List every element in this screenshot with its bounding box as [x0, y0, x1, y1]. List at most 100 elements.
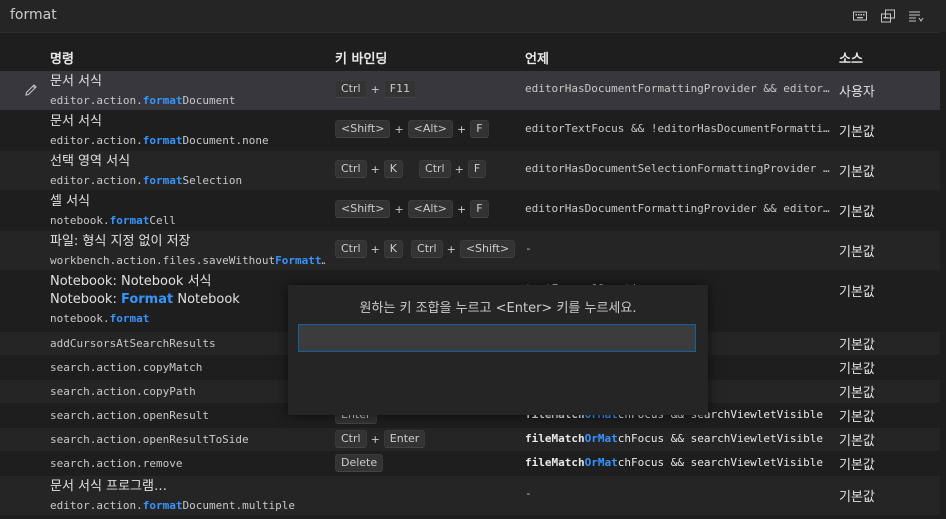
command-title: 문서 서식 [50, 74, 102, 89]
plus-separator: + [454, 162, 464, 176]
command-id-text: search.action.remove [50, 457, 183, 470]
command-id-text: search.action.copyMatch [50, 361, 203, 374]
key-label: Ctrl [335, 80, 367, 98]
keybinding-cell[interactable]: Ctrl + Enter [335, 430, 515, 448]
table-row[interactable]: search.action.remove Delete fileMatchOrMat… [0, 452, 940, 476]
table-row[interactable]: 문서 서식 editor.action.formatDocument.none <S… [0, 111, 940, 151]
keybinding-input[interactable] [298, 324, 696, 352]
keyboard-icon[interactable] [852, 8, 868, 24]
when-text: fileMatch [525, 432, 585, 445]
column-header-source[interactable]: 소스 [839, 48, 863, 67]
command-title: 문서 서식 [50, 114, 102, 129]
plus-separator: + [370, 242, 380, 256]
command-cell: 문서 서식 editor.action.formatDocument.none [50, 113, 325, 150]
define-keybinding-dialog: 원하는 키 조합을 누르고 <Enter> 키를 누르세요. [288, 285, 708, 415]
table-row[interactable]: 선택 영역 서식 editor.action.formatSelection Ctr… [0, 151, 940, 191]
plus-separator: + [394, 122, 404, 136]
source-cell: 기본값 [839, 458, 875, 473]
keybinding-cell[interactable]: Delete [335, 454, 515, 472]
column-header-keybinding[interactable]: 키 바인딩 [335, 48, 387, 67]
command-id-text: … [322, 254, 325, 267]
command-cell: 선택 영역 서식 editor.action.formatSelection [50, 153, 325, 190]
command-id-text: editor.action. [50, 174, 143, 187]
key-label: <Alt> [407, 200, 453, 218]
plus-separator: + [394, 202, 404, 216]
key-label: F [470, 200, 489, 218]
keybinding-cell[interactable]: <Shift> + <Alt> + F [335, 120, 515, 138]
key-label: <Shift> [335, 120, 391, 138]
edit-pencil-icon[interactable] [23, 82, 39, 98]
when-clause-cell: - [525, 242, 830, 255]
source-cell: 기본값 [839, 490, 875, 505]
when-text: fileMatch [525, 456, 585, 469]
plus-separator: + [456, 122, 467, 136]
command-id: editor.action.formatSelection [50, 171, 325, 190]
when-clause-cell: fileMatchOrMatchFocus && searchViewletVi… [525, 456, 830, 469]
table-row[interactable]: 파일: 형식 지정 없이 저장 workbench.action.files.sa… [0, 231, 940, 271]
command-id: addCursorsAtSearchResults [50, 335, 325, 352]
table-row[interactable]: 문서 서식 프로그램… editor.action.formatDocument.… [0, 476, 940, 516]
when-text: chFocus && searchViewletVisible [617, 432, 824, 445]
key-label: Enter [383, 430, 426, 448]
search-bar[interactable]: format [0, 0, 946, 33]
plus-separator: + [370, 82, 380, 96]
keybinding-cell[interactable]: Ctrl + F11 [335, 80, 515, 98]
source-cell: 기본값 [839, 125, 875, 140]
when-text: editorHasDocumentSelectionFormattingProv… [525, 162, 830, 175]
command-id-text: Document [182, 94, 236, 107]
source-cell: 사용자 [839, 85, 875, 100]
command-id-text: notebook. [50, 312, 110, 325]
command-cell: 파일: 형식 지정 없이 저장 workbench.action.files.sa… [50, 233, 325, 270]
match-highlight: format [109, 214, 150, 227]
command-title-match: Notebook: Format Notebook [50, 291, 325, 309]
column-header-when[interactable]: 언제 [525, 48, 549, 67]
command-id: editor.action.formatDocument.none [50, 131, 325, 150]
key-label: <Shift> [335, 200, 391, 218]
key-label: Ctrl [335, 430, 367, 448]
column-header-command[interactable]: 명령 [50, 48, 74, 67]
title-text: Notebook: [50, 292, 121, 307]
match-highlight: OrMat [584, 432, 618, 445]
source-cell: 기본값 [839, 362, 875, 377]
table-row[interactable]: 문서 서식 editor.action.formatDocument Ctrl + F1… [0, 71, 940, 111]
command-id: search.action.copyMatch [50, 359, 325, 376]
command-id: workbench.action.files.saveWithoutFormat… [50, 251, 325, 270]
command-cell: search.action.copyPath [50, 383, 325, 400]
record-keys-icon[interactable] [880, 8, 896, 24]
command-id-text: notebook. [50, 214, 110, 227]
command-id: notebook.format [50, 309, 325, 328]
command-cell: search.action.openResultToSide [50, 431, 325, 448]
search-input[interactable]: format [10, 7, 57, 23]
command-cell: search.action.openResult [50, 407, 325, 424]
command-id: search.action.openResult [50, 407, 325, 424]
keybinding-cell[interactable]: Ctrl + K Ctrl + F [335, 160, 515, 178]
command-title: 문서 서식 프로그램… [50, 479, 167, 494]
source-cell: 기본값 [839, 165, 875, 180]
command-title: 셀 서식 [50, 194, 91, 209]
sort-by-precedence-icon[interactable] [908, 8, 924, 24]
table-row[interactable]: search.action.openResultToSide Ctrl + Enter… [0, 428, 940, 452]
key-label: Ctrl [335, 240, 367, 258]
title-text: Notebook [173, 292, 240, 307]
table-header: 명령 키 바인딩 언제 소스 [0, 42, 940, 70]
keybinding-cell[interactable]: <Shift> + <Alt> + F [335, 200, 515, 218]
command-cell: 셀 서식 notebook.formatCell [50, 193, 325, 230]
command-cell: 문서 서식 editor.action.formatDocument [50, 73, 325, 110]
when-text: editorTextFocus && !editorHasDocumentFor… [525, 122, 830, 135]
when-text: editorHasDocumentFormattingProvider && e… [525, 202, 830, 215]
table-row[interactable]: 셀 서식 notebook.formatCell <Shift> + <Alt> + Fed… [0, 191, 940, 231]
match-highlight: format [109, 312, 150, 325]
when-text: - [525, 487, 532, 500]
source-cell: 기본값 [839, 386, 875, 401]
command-id: search.action.remove [50, 455, 325, 472]
dialog-message: 원하는 키 조합을 누르고 <Enter> 키를 누르세요. [359, 301, 637, 316]
command-id-text: editor.action. [50, 134, 143, 147]
command-title: Notebook: Notebook 서식 [50, 274, 212, 289]
command-id: editor.action.formatDocument.multiple [50, 496, 325, 515]
scrollbar[interactable] [940, 32, 946, 519]
command-id-text: editor.action. [50, 94, 143, 107]
toolbar [852, 8, 924, 24]
command-id-text: Selection [182, 174, 243, 187]
keybinding-cell[interactable]: Ctrl+KCtrl+<Shift>+ [335, 240, 515, 258]
when-clause-cell: editorTextFocus && !editorHasDocumentFor… [525, 122, 830, 135]
